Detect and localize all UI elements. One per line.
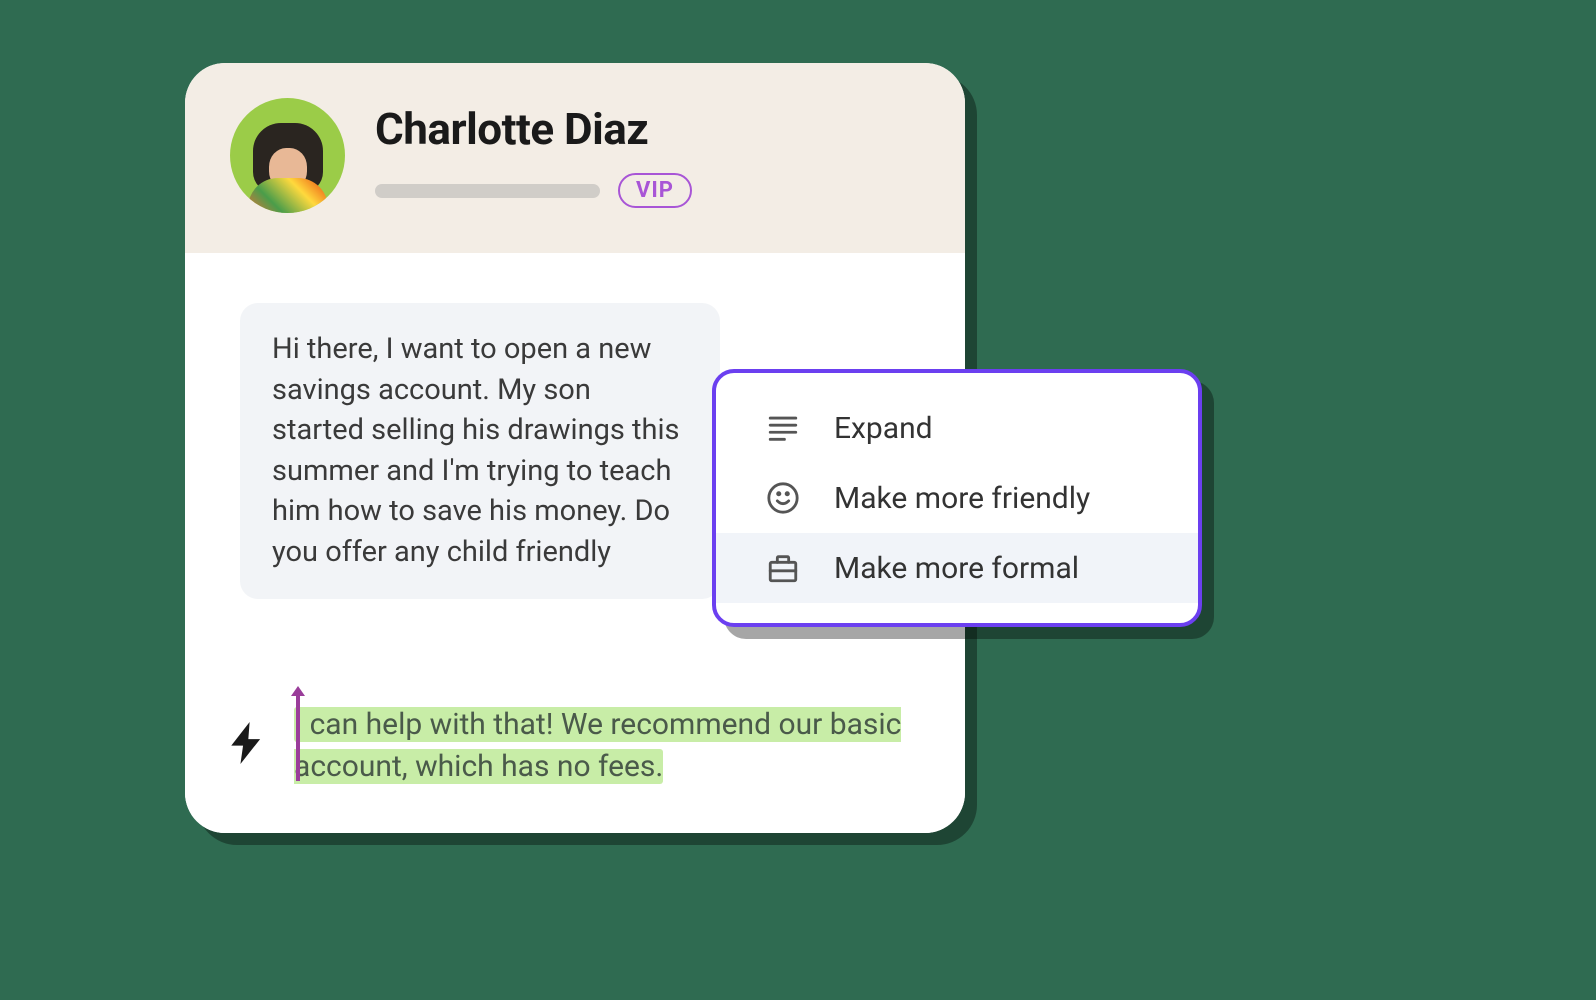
- reply-text: I can help with that! We recommend our b…: [294, 704, 920, 788]
- smile-icon: [764, 479, 802, 517]
- reply-area: I can help with that! We recommend our b…: [185, 674, 965, 833]
- menu-item-friendly[interactable]: Make more friendly: [716, 463, 1198, 533]
- expand-icon: [764, 409, 802, 447]
- customer-message: Hi there, I want to open a new savings a…: [240, 303, 720, 599]
- avatar-image: [243, 123, 333, 213]
- menu-item-label: Expand: [834, 411, 933, 446]
- text-cursor-icon: [291, 686, 305, 786]
- menu-item-formal[interactable]: Make more formal: [716, 533, 1198, 603]
- briefcase-icon: [764, 549, 802, 587]
- customer-name: Charlotte Diaz: [375, 103, 920, 155]
- vip-badge: VIP: [618, 173, 692, 208]
- menu-item-expand[interactable]: Expand: [716, 393, 1198, 463]
- customer-header-info: Charlotte Diaz VIP: [375, 103, 920, 208]
- reply-input[interactable]: I can help with that! We recommend our b…: [294, 704, 920, 788]
- tone-menu: Expand Make more friendly Make more form…: [712, 369, 1202, 627]
- customer-meta: VIP: [375, 173, 920, 208]
- bolt-icon[interactable]: [230, 722, 264, 764]
- menu-item-label: Make more friendly: [834, 481, 1090, 516]
- menu-item-label: Make more formal: [834, 551, 1079, 586]
- chat-header: Charlotte Diaz VIP: [185, 63, 965, 253]
- customer-avatar[interactable]: [230, 98, 345, 213]
- meta-placeholder: [375, 184, 600, 198]
